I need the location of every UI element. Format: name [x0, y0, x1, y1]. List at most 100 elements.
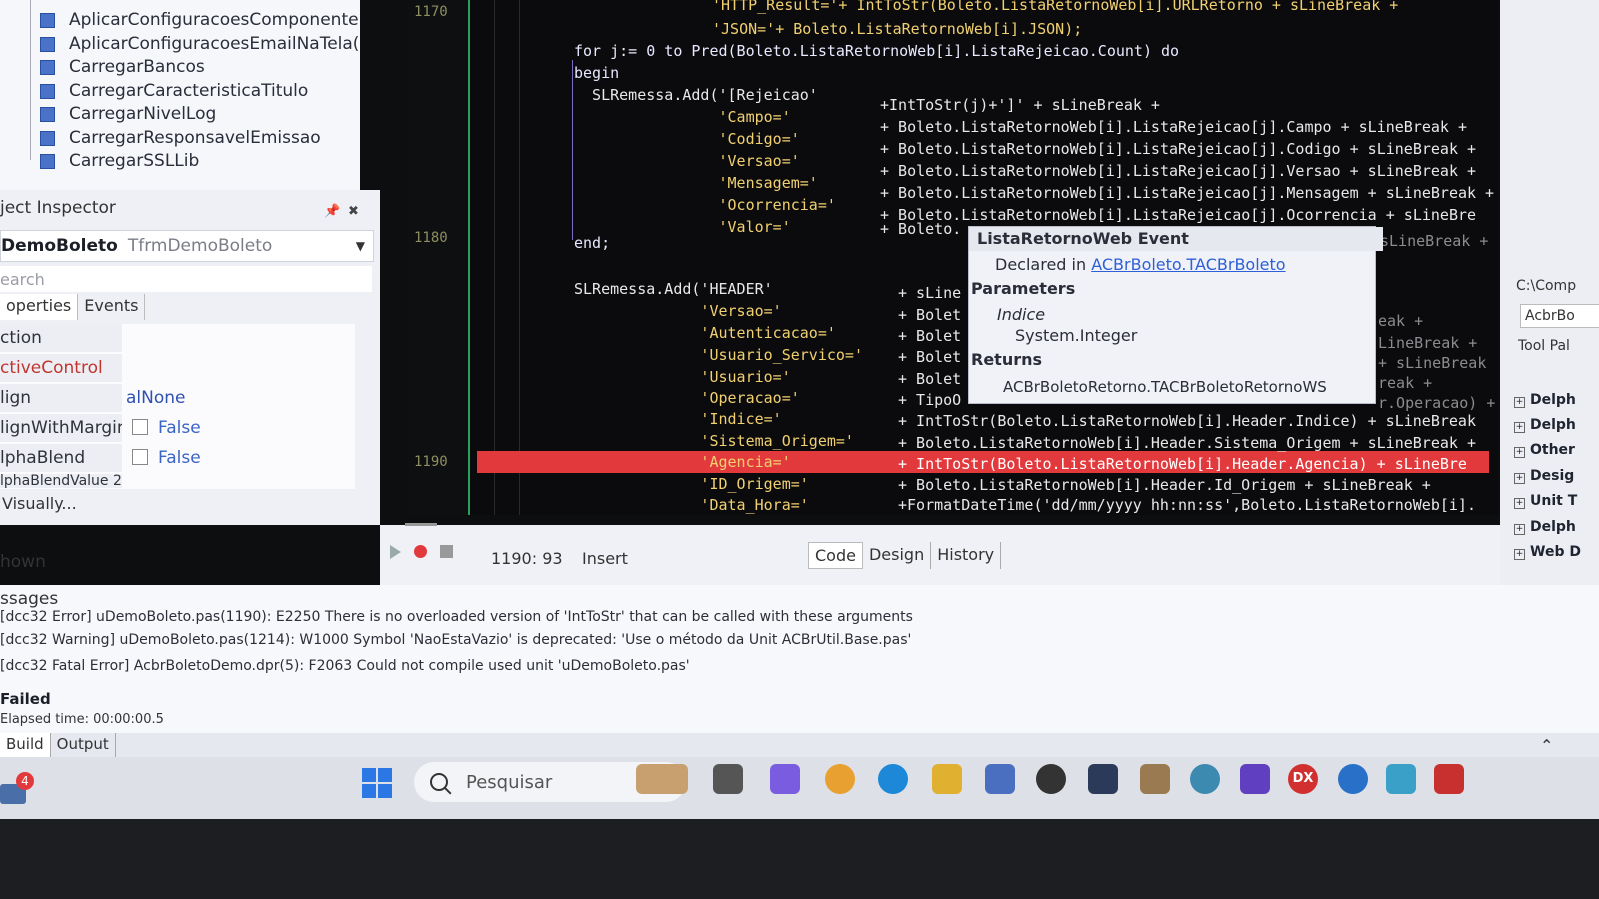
copilot-icon[interactable] — [770, 764, 800, 794]
app-icon[interactable] — [985, 764, 1015, 794]
palette-category[interactable]: + Delph — [1514, 392, 1576, 408]
line-number: 1180 — [414, 230, 448, 246]
expand-icon[interactable]: + — [1514, 447, 1525, 458]
windows-start-icon[interactable] — [362, 768, 392, 798]
property-value[interactable]: alNone — [126, 384, 186, 412]
tree-connector — [30, 0, 31, 160]
tab-history[interactable]: History — [931, 542, 1002, 569]
property-value[interactable]: False — [126, 414, 201, 442]
chevron-up-icon[interactable]: ⌃ — [1540, 736, 1553, 755]
edge-icon[interactable] — [878, 764, 908, 794]
tab-properties[interactable]: operties — [0, 294, 79, 320]
search-highlight-icon[interactable] — [636, 764, 688, 794]
tab-output[interactable]: Output — [51, 733, 116, 757]
record-icon[interactable] — [414, 545, 427, 558]
expand-icon[interactable]: + — [1514, 549, 1525, 560]
app-icon[interactable] — [1386, 764, 1416, 794]
code-fragment: eak + — [1378, 312, 1424, 330]
expand-icon[interactable]: + — [1514, 524, 1525, 535]
chevron-down-icon[interactable]: ▼ — [356, 239, 365, 253]
elapsed-time: Elapsed time: 00:00:00.5 — [0, 712, 164, 727]
code-line: 'Versao=' — [574, 302, 782, 320]
code-line: + Boleto.ListaRetornoWeb[i].Header.Id_Or… — [898, 476, 1431, 494]
code-line: +IntToStr(j)+']' + sLineBreak + — [880, 96, 1160, 114]
task-view-icon[interactable] — [713, 764, 743, 794]
code-line: 'Usuario_Servico=' — [574, 346, 863, 364]
code-line: + Boleto.ListaRetornoWeb[i].ListaRejeica… — [880, 118, 1467, 136]
project-path: C:\Comp — [1516, 278, 1577, 294]
property-name[interactable]: ction — [0, 324, 122, 352]
method-icon — [40, 153, 55, 169]
method-icon — [40, 59, 55, 75]
widgets-icon[interactable]: 4 — [0, 772, 34, 806]
property-name[interactable]: lign — [0, 384, 122, 412]
tree-item[interactable]: CarregarCaracteristicaTitulo — [40, 80, 308, 102]
warning-message[interactable]: [dcc32 Warning] uDemoBoleto.pas(1214): W… — [0, 632, 911, 648]
code-line: 'Ocorrencia=' — [574, 196, 836, 214]
line-number: 1190 — [414, 454, 448, 470]
remote-app-icon[interactable] — [1088, 764, 1118, 794]
checkbox[interactable] — [132, 449, 148, 465]
tooltip-title: ListaRetornoWeb Event — [969, 227, 1383, 251]
property-name[interactable]: lphaBlend — [0, 444, 122, 472]
u-app-icon[interactable] — [1240, 764, 1270, 794]
code-fragment: r.Operacao) + — [1378, 394, 1496, 412]
property-name[interactable]: ctiveControl — [0, 354, 122, 382]
code-line: 'Indice=' — [574, 410, 782, 428]
code-line: 'Usuario=' — [574, 368, 791, 386]
code-line: 'Sistema_Origem=' — [574, 432, 854, 450]
palette-category[interactable]: + Delph — [1514, 519, 1576, 535]
palette-category[interactable]: + Web D — [1514, 544, 1581, 560]
cursor-position: 1190: 93 — [491, 549, 563, 568]
property-name[interactable]: lphaBlendValue 255 — [0, 474, 122, 488]
palette-category[interactable]: + Delph — [1514, 417, 1576, 433]
palette-category[interactable]: + Unit T — [1514, 493, 1577, 509]
checkbox[interactable] — [132, 419, 148, 435]
property-value[interactable]: False — [126, 444, 201, 472]
tree-item[interactable]: CarregarResponsavelEmissao — [40, 127, 321, 149]
play-icon[interactable] — [390, 545, 401, 559]
tab-events[interactable]: Events — [78, 294, 146, 320]
expand-icon[interactable]: + — [1514, 422, 1525, 433]
expand-icon[interactable]: + — [1514, 498, 1525, 509]
palette-category[interactable]: + Desig — [1514, 468, 1574, 484]
fatal-error-message[interactable]: [dcc32 Fatal Error] AcbrBoletoDemo.dpr(5… — [0, 658, 690, 674]
alien-app-icon[interactable] — [1036, 764, 1066, 794]
expand-icon[interactable]: + — [1514, 397, 1525, 408]
property-name[interactable]: lignWithMargir — [0, 414, 122, 442]
search-input[interactable]: earch — [0, 266, 372, 292]
messages-title: ssages — [0, 589, 59, 609]
block-guide — [572, 60, 573, 240]
tree-item[interactable]: CarregarNivelLog — [40, 103, 216, 125]
expand-icon[interactable]: + — [1514, 473, 1525, 484]
code-line: + Boleto.ListaRetornoWeb[i].ListaRejeica… — [880, 206, 1477, 224]
tree-item[interactable]: AplicarConfiguracoesEmailNaTela( — [40, 33, 359, 55]
file-explorer-icon[interactable] — [932, 764, 962, 794]
error-message[interactable]: [dcc32 Error] uDemoBoleto.pas(1190): E22… — [0, 609, 913, 625]
lock-app-icon[interactable] — [1140, 764, 1170, 794]
code-line: + Bolet — [898, 348, 962, 366]
app-icon[interactable] — [1434, 764, 1464, 794]
tree-item[interactable]: CarregarBancos — [40, 56, 205, 78]
horizontal-scrollbar[interactable] — [405, 523, 437, 526]
browser-app-icon[interactable] — [1190, 764, 1220, 794]
tab-design[interactable]: Design — [863, 542, 932, 569]
project-box[interactable]: AcbrBo — [1520, 304, 1599, 328]
palette-category[interactable]: + Other — [1514, 442, 1575, 458]
tab-build[interactable]: Build — [0, 733, 51, 757]
tab-code[interactable]: Code — [808, 542, 863, 569]
method-icon — [40, 36, 55, 52]
declared-link[interactable]: ACBrBoleto.TACBrBoleto — [1091, 255, 1285, 274]
close-icon[interactable]: ✖ — [348, 204, 359, 219]
visually-link[interactable]: Visually... — [2, 494, 77, 513]
tree-item[interactable]: CarregarSSLLib — [40, 150, 199, 172]
tree-item[interactable]: AplicarConfiguracoesComponente — [40, 9, 359, 31]
object-selector[interactable]: DemoBoleto TfrmDemoBoleto ▼ — [0, 230, 374, 262]
code-line: 'Agencia=' — [574, 453, 791, 471]
pin-icon[interactable]: 📌 — [324, 204, 340, 219]
firefox-app-icon[interactable] — [1338, 764, 1368, 794]
stop-icon[interactable] — [440, 545, 453, 558]
delphi-dx-icon[interactable]: DX — [1288, 764, 1318, 794]
chrome-icon[interactable] — [825, 764, 855, 794]
search-icon — [430, 773, 448, 791]
